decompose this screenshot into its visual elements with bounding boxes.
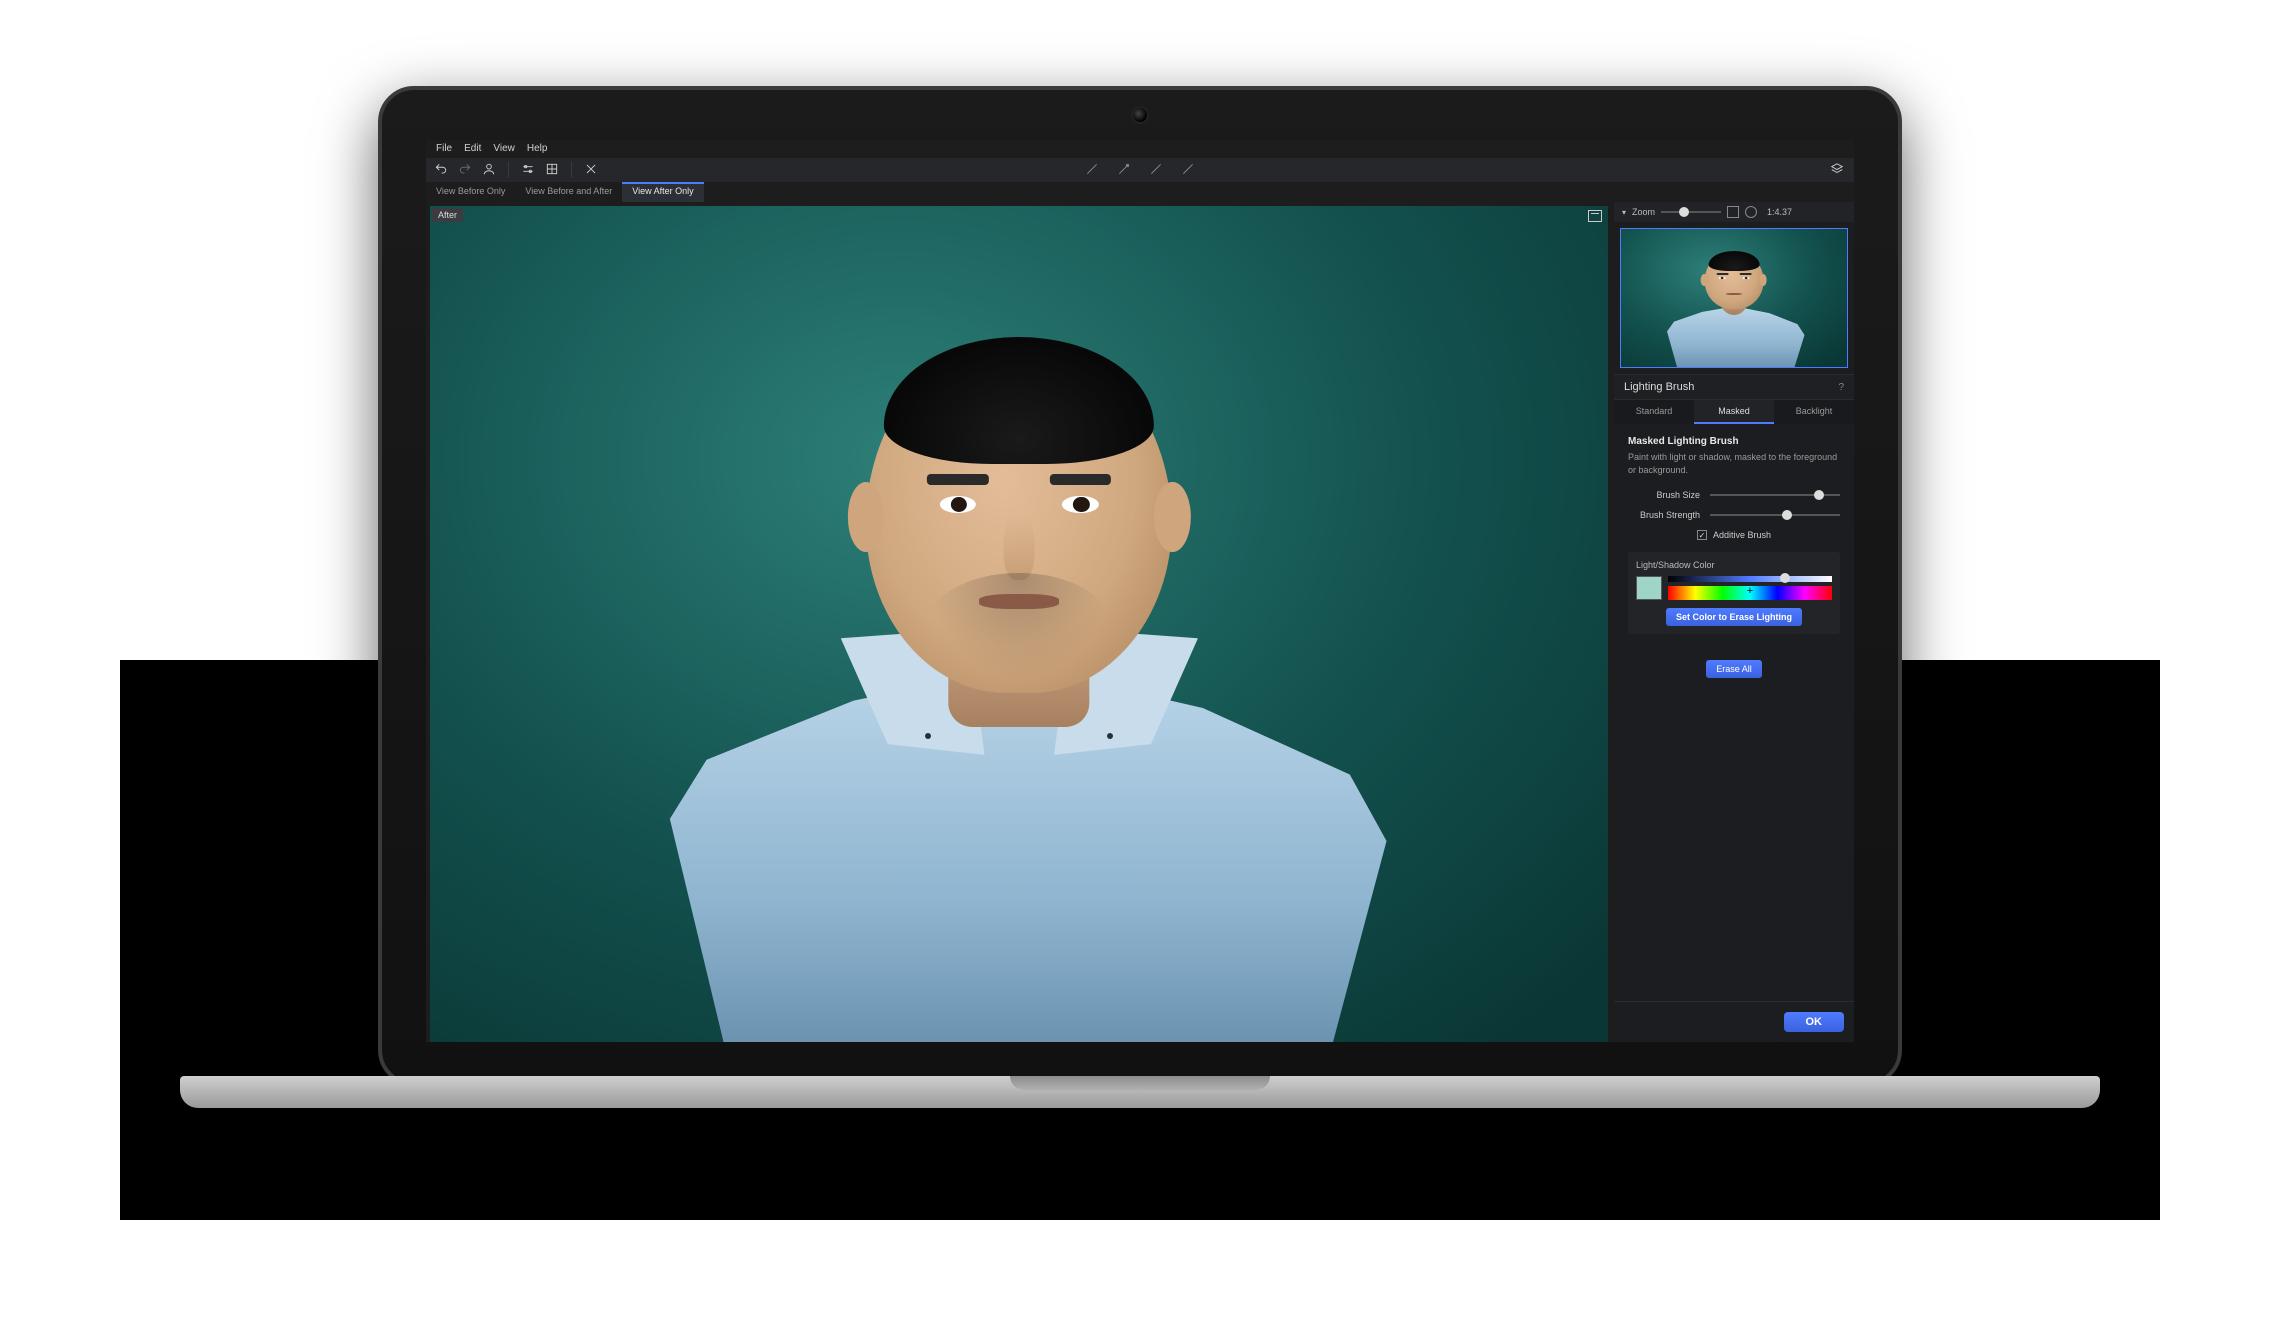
subtab-standard[interactable]: Standard [1614, 400, 1694, 424]
portrait-eye [1062, 496, 1099, 514]
brush-size-row: Brush Size [1628, 490, 1840, 500]
portrait-mouth [979, 594, 1059, 608]
navigator-preview[interactable] [1620, 228, 1848, 368]
brush-strength-row: Brush Strength [1628, 510, 1840, 520]
laptop-notch [1010, 1076, 1270, 1090]
workspace: After ▾ Zoom 1:4.37 [426, 202, 1854, 1042]
laptop-base [180, 1076, 2100, 1108]
close-icon[interactable] [584, 162, 598, 179]
panel-footer: OK [1614, 1001, 1854, 1042]
grid-icon[interactable] [545, 162, 559, 179]
tab-view-before-only[interactable]: View Before Only [426, 182, 515, 202]
brush-strength-thumb[interactable] [1782, 510, 1792, 520]
chevron-down-icon[interactable]: ▾ [1622, 208, 1626, 217]
app-root: File Edit View Help [426, 140, 1854, 1042]
additive-row: ✓ Additive Brush [1628, 530, 1840, 540]
help-icon[interactable]: ? [1838, 382, 1844, 393]
additive-checkbox[interactable]: ✓ [1697, 530, 1707, 540]
canvas[interactable]: After [430, 206, 1608, 1042]
brush-tool-4-icon[interactable] [1181, 162, 1195, 179]
subtab-backlight[interactable]: Backlight [1774, 400, 1854, 424]
person-icon[interactable] [482, 162, 496, 179]
luminance-slider[interactable] [1668, 576, 1832, 582]
fit-face-icon[interactable] [1745, 206, 1757, 218]
fullscreen-toggle-icon[interactable] [1588, 210, 1602, 222]
camera-dot [1133, 108, 1147, 122]
laptop-frame: File Edit View Help [378, 86, 1902, 1086]
brush-strength-label: Brush Strength [1628, 510, 1700, 520]
section-title: Masked Lighting Brush [1628, 436, 1840, 447]
portrait-ear [847, 482, 884, 553]
erase-all-button[interactable]: Erase All [1706, 660, 1762, 678]
panel-body: Masked Lighting Brush Paint with light o… [1614, 424, 1854, 552]
brush-size-label: Brush Size [1628, 490, 1700, 500]
panel-subtabs: Standard Masked Backlight [1614, 400, 1854, 424]
portrait-nose [1004, 517, 1035, 581]
portrait-ear [1154, 482, 1191, 553]
layers-icon[interactable] [1830, 162, 1844, 179]
color-label: Light/Shadow Color [1636, 560, 1832, 570]
menu-bar: File Edit View Help [426, 140, 1854, 158]
hue-strip[interactable] [1668, 586, 1832, 600]
ok-button[interactable]: OK [1784, 1012, 1845, 1032]
menu-file[interactable]: File [436, 143, 452, 155]
portrait-stubble [927, 573, 1111, 679]
zoom-slider[interactable] [1661, 211, 1721, 213]
brush-tools [1085, 162, 1195, 179]
set-erase-color-button[interactable]: Set Color to Erase Lighting [1666, 608, 1802, 626]
section-desc: Paint with light or shadow, masked to th… [1628, 451, 1840, 476]
screen: File Edit View Help [426, 140, 1854, 1042]
menu-help[interactable]: Help [527, 143, 548, 155]
brush-strength-slider[interactable] [1710, 514, 1840, 516]
redo-icon[interactable] [458, 162, 472, 179]
brush-tool-3-icon[interactable] [1149, 162, 1163, 179]
view-tabs: View Before Only View Before and After V… [426, 182, 1854, 202]
luminance-thumb[interactable] [1780, 573, 1790, 583]
color-box: Light/Shadow Color Set Color to Erase Li… [1628, 552, 1840, 634]
panel-header: Lighting Brush ? [1614, 374, 1854, 400]
additive-label: Additive Brush [1713, 530, 1771, 540]
tab-view-before-after[interactable]: View Before and After [515, 182, 622, 202]
portrait-head [866, 340, 1172, 693]
tab-view-after-only[interactable]: View After Only [622, 182, 703, 202]
subtab-masked[interactable]: Masked [1694, 400, 1774, 424]
portrait-brow [1050, 474, 1111, 485]
color-swatch[interactable] [1636, 576, 1662, 600]
canvas-area: After [426, 202, 1614, 1042]
portrait-eye [939, 496, 976, 514]
brush-tool-2-icon[interactable] [1117, 162, 1131, 179]
toolbar [426, 158, 1854, 182]
side-panel: ▾ Zoom 1:4.37 [1614, 202, 1854, 1042]
zoom-ratio: 1:4.37 [1767, 207, 1792, 217]
brush-tool-1-icon[interactable] [1085, 162, 1099, 179]
portrait-brow [927, 474, 988, 485]
fit-screen-icon[interactable] [1727, 206, 1739, 218]
brush-size-slider[interactable] [1710, 494, 1840, 496]
brush-size-thumb[interactable] [1814, 490, 1824, 500]
panel-title: Lighting Brush [1624, 381, 1694, 393]
menu-edit[interactable]: Edit [464, 143, 481, 155]
after-badge: After [432, 208, 463, 222]
zoom-label: Zoom [1632, 207, 1655, 217]
menu-view[interactable]: View [493, 143, 515, 155]
sliders-icon[interactable] [521, 162, 535, 179]
zoom-row: ▾ Zoom 1:4.37 [1614, 202, 1854, 222]
undo-icon[interactable] [434, 162, 448, 179]
